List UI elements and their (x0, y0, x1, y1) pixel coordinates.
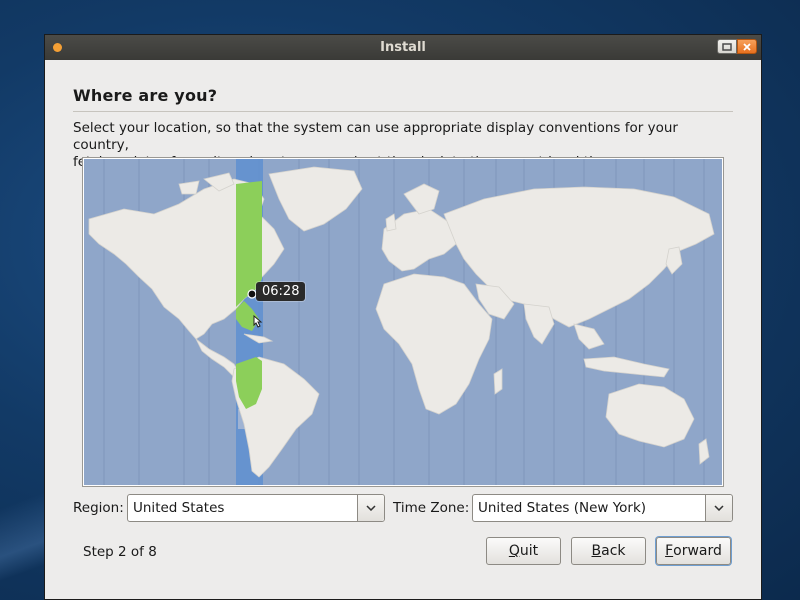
region-label: Region: (73, 500, 124, 516)
back-button[interactable]: Back (571, 537, 646, 565)
maximize-button[interactable] (717, 39, 737, 54)
timezone-map[interactable]: 06:28 (82, 157, 724, 487)
location-marker (247, 289, 257, 299)
quit-button[interactable]: Quit (486, 537, 561, 565)
chevron-down-icon (714, 505, 724, 511)
close-button[interactable] (737, 39, 757, 54)
window-controls (717, 39, 757, 54)
forward-mnemonic: F (665, 543, 674, 559)
timezone-input[interactable]: United States (New York) (473, 495, 705, 521)
page-title: Where are you? (73, 86, 218, 105)
timezone-dropdown-button[interactable] (705, 495, 732, 521)
chevron-down-icon (366, 505, 376, 511)
time-tooltip: 06:28 (256, 282, 306, 301)
forward-label: orward (673, 543, 722, 559)
close-icon (743, 42, 751, 51)
maximize-icon (722, 42, 732, 51)
back-label: ack (601, 543, 626, 559)
window-title: Install (380, 40, 426, 55)
footer: Step 2 of 8 Quit Back Forward (83, 537, 733, 567)
desktop: { "window": { "title": "Install" }, "pag… (0, 0, 800, 600)
timezone-combo[interactable]: United States (New York) (472, 494, 733, 522)
quit-label: uit (519, 543, 539, 559)
step-indicator: Step 2 of 8 (83, 544, 157, 560)
title-separator (73, 111, 733, 112)
forward-button[interactable]: Forward (656, 537, 731, 565)
location-fields: Region: United States Time Zone: United … (73, 493, 733, 523)
back-mnemonic: B (591, 543, 602, 559)
quit-mnemonic: Q (508, 543, 520, 559)
region-dropdown-button[interactable] (357, 495, 384, 521)
region-input[interactable]: United States (128, 495, 357, 521)
world-map[interactable] (84, 159, 722, 485)
pointer-cursor-icon (253, 315, 263, 328)
timezone-label: Time Zone: (393, 500, 470, 516)
page-content: Where are you? Select your location, so … (73, 60, 733, 171)
region-combo[interactable]: United States (127, 494, 385, 522)
title-bar[interactable]: Install (45, 35, 761, 60)
installer-window: Install Where are you? Select your locat… (44, 34, 762, 600)
